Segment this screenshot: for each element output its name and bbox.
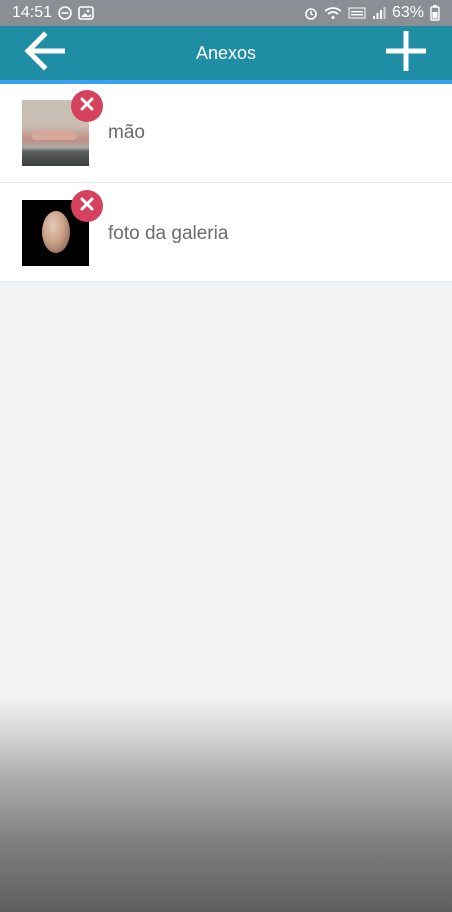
battery-icon [430,5,440,21]
attachment-item[interactable]: mão [0,84,452,183]
close-icon [80,97,94,116]
back-button[interactable] [14,26,78,80]
add-attachment-button[interactable] [374,26,438,80]
signal-icon [372,6,386,20]
alarm-icon [304,6,318,20]
remove-attachment-button[interactable] [71,190,103,222]
attachment-item[interactable]: foto da galeria [0,183,452,282]
close-icon [80,197,94,216]
wifi-icon [324,6,342,20]
attachments-list: mão foto da galeria [0,84,452,282]
status-time: 14:51 [12,4,53,21]
remove-attachment-button[interactable] [71,90,103,122]
moon-image [42,211,70,253]
battery-percentage: 63% [391,4,424,21]
status-bar: 14:51 63% [0,0,452,26]
plus-icon [386,30,426,76]
page-title: Anexos [195,42,257,63]
gallery-notification-icon [78,6,94,20]
app-bar: Anexos [0,26,452,80]
attachment-label: foto da galeria [108,223,229,244]
bottom-shadow-overlay [0,696,452,912]
arrow-left-icon [24,30,68,76]
attachment-label: mão [108,122,145,143]
do-not-disturb-icon [58,6,72,20]
volte-icon [348,6,366,20]
